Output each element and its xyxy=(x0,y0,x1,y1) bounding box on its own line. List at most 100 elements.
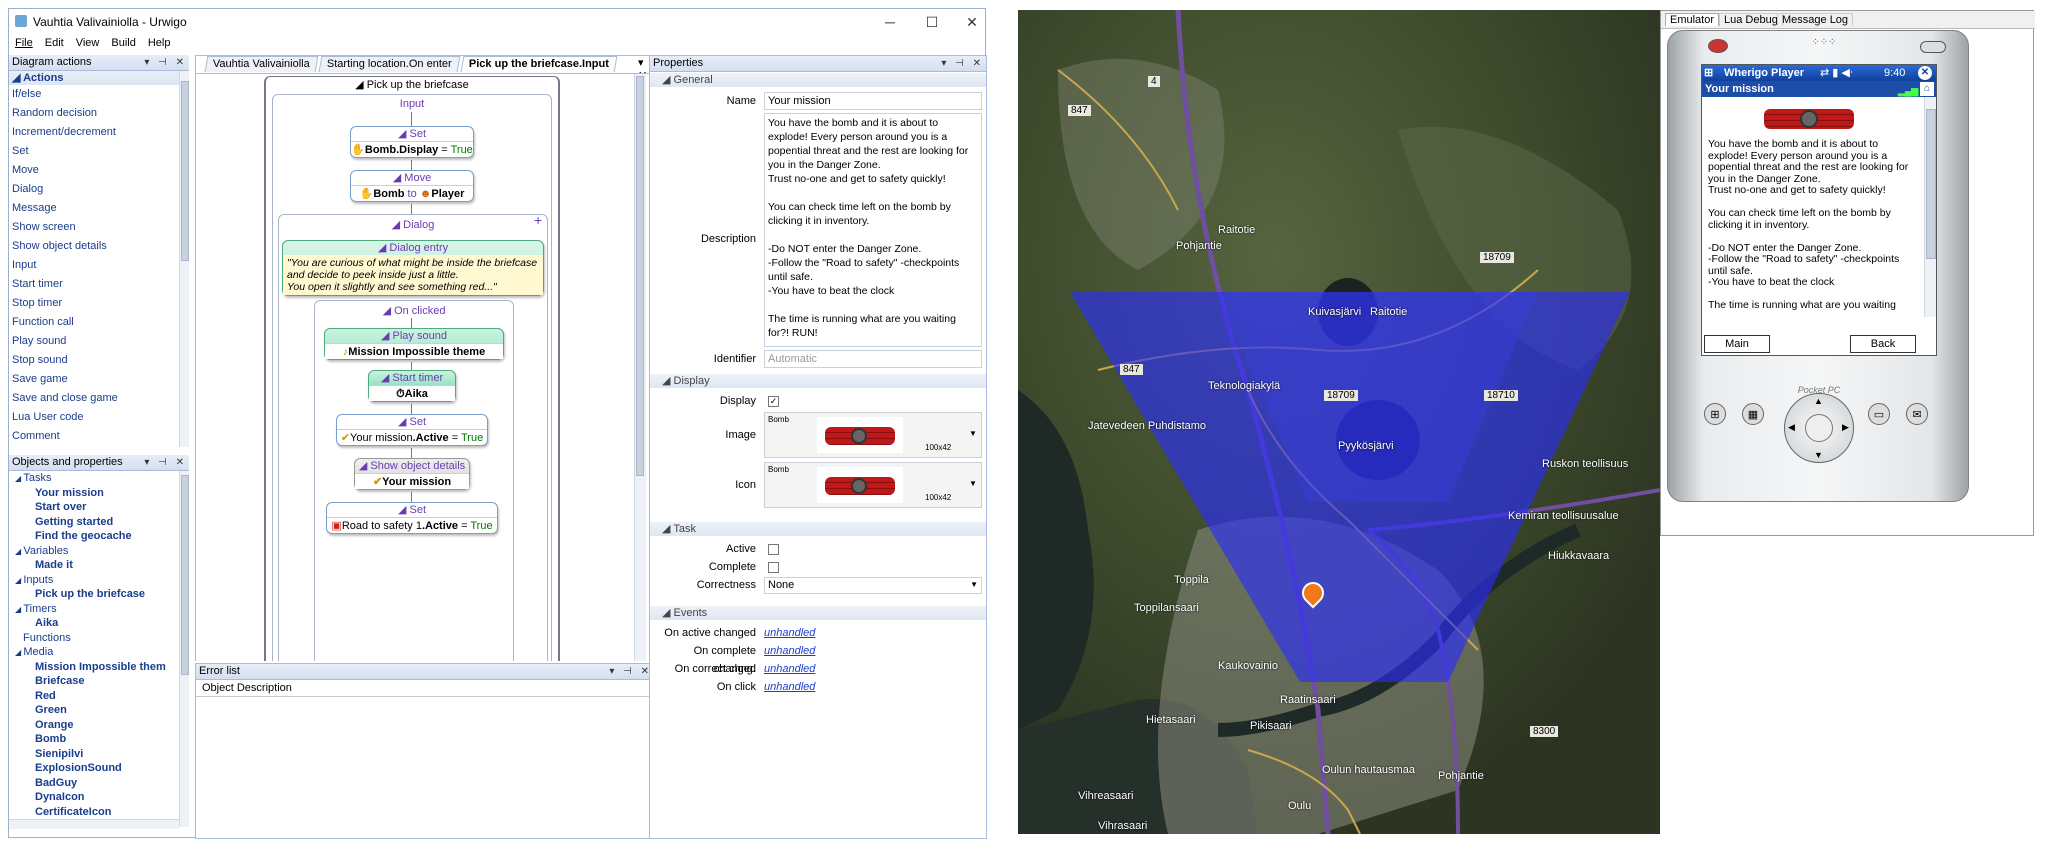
action-item[interactable]: Save and close game xyxy=(9,389,187,408)
move-node[interactable]: ◢ Move ✋Bomb to ☻Player xyxy=(350,170,474,202)
unhandled-link[interactable]: unhandled xyxy=(764,645,815,657)
back-button[interactable]: Back xyxy=(1850,335,1916,353)
section-display[interactable]: ◢ Display xyxy=(650,374,986,388)
tree-item[interactable]: Orange xyxy=(9,718,179,733)
dropdown-icon[interactable]: ▼ xyxy=(969,479,977,488)
menu-build[interactable]: Build xyxy=(105,35,141,53)
tab-emulator[interactable]: Emulator xyxy=(1665,13,1720,26)
unhandled-link[interactable]: unhandled xyxy=(764,627,815,639)
action-item[interactable]: Show screen xyxy=(9,218,187,237)
action-item[interactable]: Function call xyxy=(9,313,187,332)
add-icon[interactable]: + xyxy=(534,212,542,228)
menu-view[interactable]: View xyxy=(70,35,106,53)
description-field[interactable]: You have the bomb and it is about to exp… xyxy=(764,113,982,347)
contacts-key-icon[interactable]: ▭ xyxy=(1868,403,1890,425)
tab-starting-location[interactable]: Starting location.On enter xyxy=(318,56,461,72)
menu-help[interactable]: Help xyxy=(142,35,177,53)
action-item[interactable]: Dialog xyxy=(9,180,187,199)
event-link[interactable]: unhandled xyxy=(764,624,815,642)
section-events[interactable]: ◢ Events xyxy=(650,606,986,620)
tree-item[interactable]: Aika xyxy=(9,616,179,631)
dpad-center-button[interactable] xyxy=(1805,414,1833,442)
tree-group[interactable]: ◢ Tasks xyxy=(9,471,179,486)
action-item[interactable]: If/else xyxy=(9,85,187,104)
panel-buttons[interactable]: ▾ ⊣ ✕ xyxy=(609,664,652,679)
tree-item[interactable]: Your mission xyxy=(9,486,179,501)
screen-scrollbar[interactable] xyxy=(1924,97,1936,317)
tree-group[interactable]: ◢ Variables xyxy=(9,544,179,559)
tree-item[interactable]: DynaIcon xyxy=(9,790,179,805)
actions-group-header[interactable]: ◢ Actions xyxy=(9,71,187,85)
play-sound-node[interactable]: ◢ Play sound ♪Mission Impossible theme xyxy=(324,328,504,360)
tree-item[interactable]: BadGuy xyxy=(9,776,179,791)
tree-item[interactable]: Mission Impossible them xyxy=(9,660,179,675)
tree-item[interactable]: Briefcase xyxy=(9,674,179,689)
objects-scrollbar[interactable] xyxy=(179,471,189,827)
display-checkbox[interactable]: ✓ xyxy=(768,396,779,407)
satellite-map[interactable]: 847 4 Raitotie Pohjantie Kuivasjärvi Raitotie… xyxy=(1018,10,1660,834)
dpad[interactable]: ▲ ▼ ◀ ▶ xyxy=(1784,393,1854,463)
tree-item[interactable]: Bomb xyxy=(9,732,179,747)
panel-buttons[interactable]: ▾ ⊣ ✕ xyxy=(144,55,187,70)
action-item[interactable]: Move xyxy=(9,161,187,180)
title-bar[interactable]: Vauhtia Valivainiolla - Urwigo ─ ☐ ✕ xyxy=(9,9,985,35)
action-item[interactable]: Show object details xyxy=(9,237,187,256)
action-item[interactable]: Save game xyxy=(9,370,187,389)
main-button[interactable]: Main xyxy=(1704,335,1770,353)
set-road-node[interactable]: ◢ Set ▣Road to safety 1.Active = True xyxy=(326,502,498,534)
dpad-down-icon[interactable]: ▼ xyxy=(1814,450,1823,460)
minimize-button[interactable]: ─ xyxy=(877,12,903,32)
error-list-column-header[interactable]: Object Description xyxy=(196,680,654,697)
event-link[interactable]: unhandled xyxy=(764,678,815,696)
tree-item[interactable]: Getting started xyxy=(9,515,179,530)
action-item[interactable]: Increment/decrement xyxy=(9,123,187,142)
tab-message-log[interactable]: Message Log xyxy=(1777,13,1854,26)
tab-lua-debug[interactable]: Lua Debug xyxy=(1719,13,1783,26)
event-link[interactable]: unhandled xyxy=(764,660,815,678)
dpad-right-icon[interactable]: ▶ xyxy=(1842,422,1849,433)
icon-picker[interactable]: Bomb 100x42 ▼ xyxy=(764,462,982,508)
section-general[interactable]: ◢ General xyxy=(650,73,986,87)
show-details-node[interactable]: ◢ Show object details ✔Your mission xyxy=(354,458,470,490)
menu-file[interactable]: File xyxy=(9,35,39,53)
event-link[interactable]: unhandled xyxy=(764,642,815,660)
tree-item[interactable]: Red xyxy=(9,689,179,704)
tree-item[interactable]: Sienipilvi xyxy=(9,747,179,762)
identifier-field[interactable]: Automatic xyxy=(764,350,982,368)
tree-group[interactable]: ◢ Timers xyxy=(9,602,179,617)
dpad-up-icon[interactable]: ▲ xyxy=(1814,396,1823,406)
dropdown-icon[interactable]: ▼ xyxy=(969,429,977,438)
menu-edit[interactable]: Edit xyxy=(39,35,70,53)
action-item[interactable]: Comment xyxy=(9,427,187,446)
tree-item[interactable]: ExplosionSound xyxy=(9,761,179,776)
windows-logo-icon[interactable]: ⊞ xyxy=(1704,65,1713,81)
tree-item[interactable]: Made it xyxy=(9,558,179,573)
action-item[interactable]: Start timer xyxy=(9,275,187,294)
calendar-key-icon[interactable]: ▦ xyxy=(1742,403,1764,425)
unhandled-link[interactable]: unhandled xyxy=(764,681,815,693)
tree-item[interactable]: Find the geocache xyxy=(9,529,179,544)
unhandled-link[interactable]: unhandled xyxy=(764,663,815,675)
close-button[interactable]: ✕ xyxy=(959,12,985,32)
action-item[interactable]: Message xyxy=(9,199,187,218)
power-button[interactable] xyxy=(1920,41,1946,53)
tree-item[interactable]: Green xyxy=(9,703,179,718)
objects-hscrollbar[interactable] xyxy=(9,819,179,829)
complete-checkbox[interactable] xyxy=(768,562,779,573)
tree-group[interactable]: Functions xyxy=(9,631,179,646)
active-checkbox[interactable] xyxy=(768,544,779,555)
section-task[interactable]: ◢ Task xyxy=(650,522,986,536)
dpad-left-icon[interactable]: ◀ xyxy=(1788,422,1795,433)
action-item[interactable]: Random decision xyxy=(9,104,187,123)
start-timer-node[interactable]: ◢ Start timer ⏱Aika xyxy=(368,370,456,402)
tab-pick-up-briefcase[interactable]: Pick up the briefcase.Input xyxy=(460,56,618,72)
tree-item[interactable]: CertificateIcon xyxy=(9,805,179,820)
action-item[interactable]: Play sound xyxy=(9,332,187,351)
actions-scrollbar[interactable] xyxy=(179,71,189,447)
start-key-icon[interactable]: ⊞ xyxy=(1704,403,1726,425)
set-display-node[interactable]: ◢ Set ✋Bomb.Display = True xyxy=(350,126,474,158)
set-active-node[interactable]: ◢ Set ✔Your mission.Active = True xyxy=(336,414,488,446)
panel-buttons[interactable]: ▾ ⊣ ✕ xyxy=(144,455,187,470)
maximize-button[interactable]: ☐ xyxy=(919,12,945,32)
action-item[interactable]: Set xyxy=(9,142,187,161)
